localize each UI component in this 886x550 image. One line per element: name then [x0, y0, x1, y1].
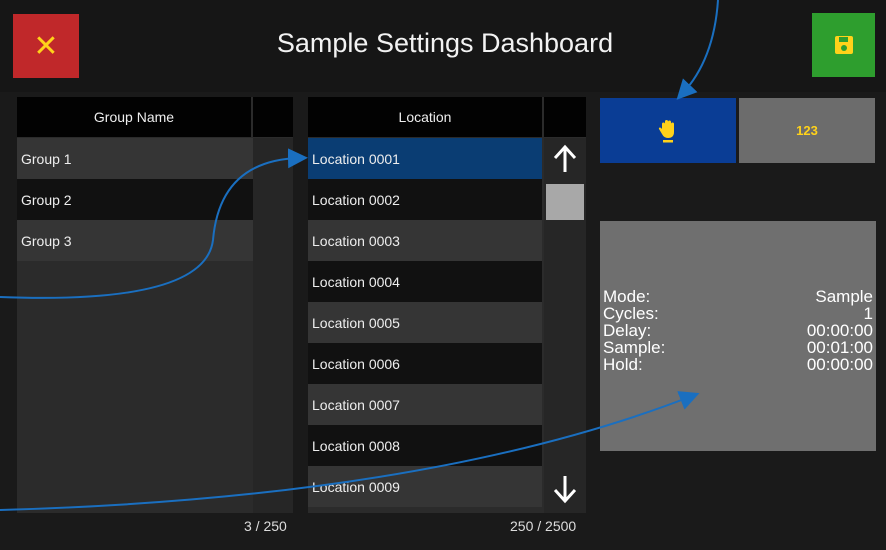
annotation-arrow-to-location-row — [0, 148, 308, 299]
annotation-arrows — [0, 0, 719, 511]
annotation-arrow-to-manual-button — [676, 0, 719, 100]
annotation-arrow-to-info-panel — [0, 391, 700, 511]
